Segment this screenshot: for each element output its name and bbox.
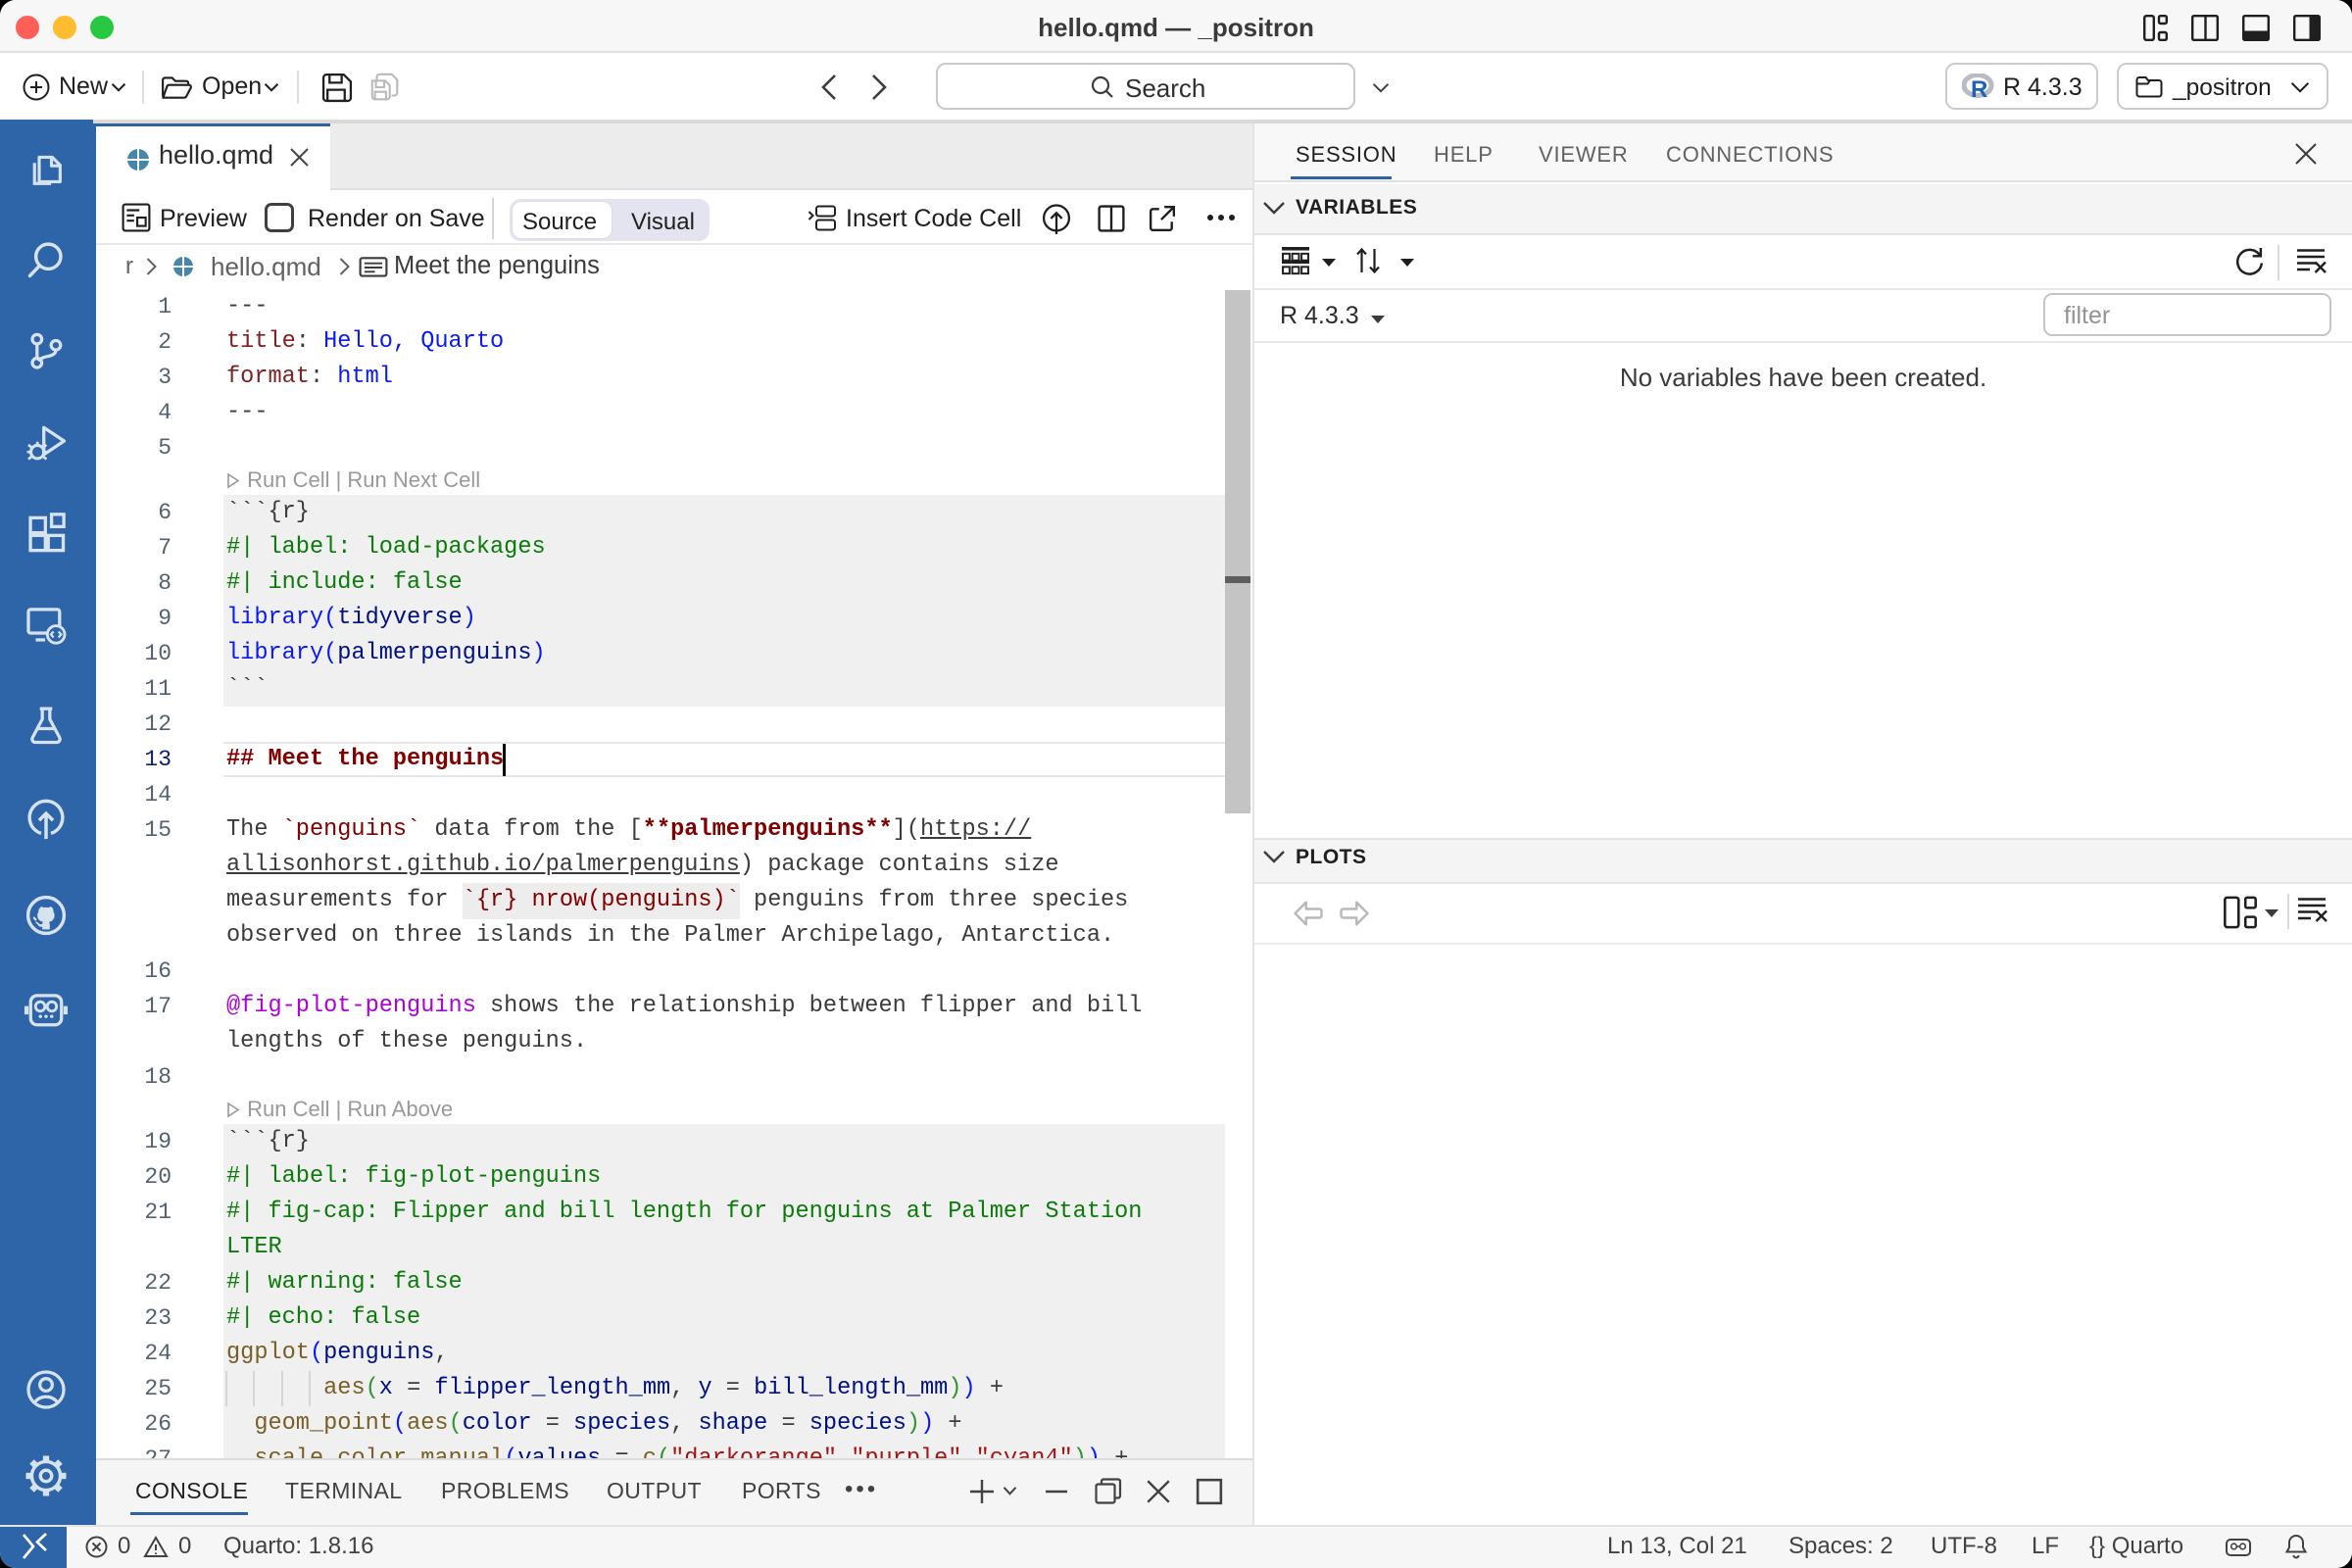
svg-text:R: R <box>1971 76 1987 99</box>
